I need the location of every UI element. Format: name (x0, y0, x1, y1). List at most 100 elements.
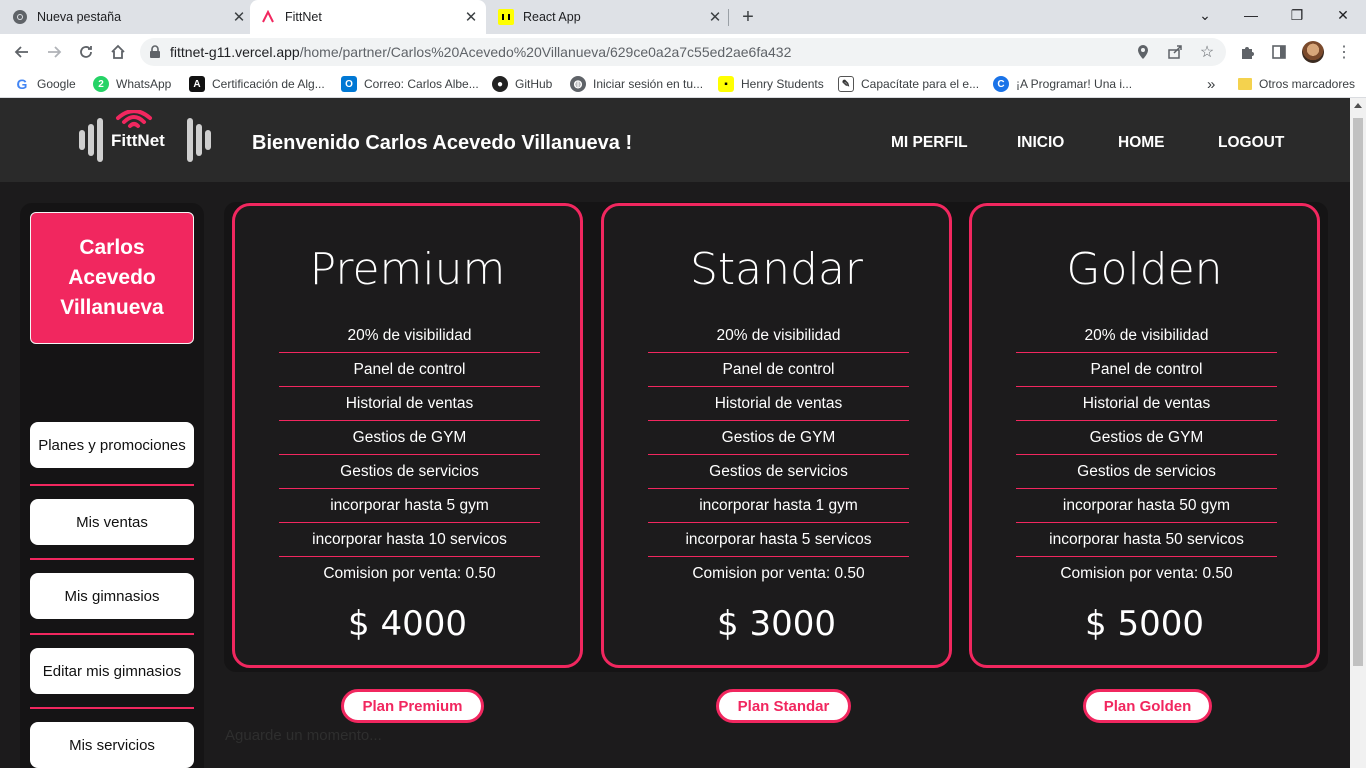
github-icon: ● (492, 76, 508, 92)
tab-search-chevron-icon[interactable]: ⌄ (1182, 0, 1228, 30)
new-tab-plus-icon[interactable]: + (736, 6, 760, 28)
scroll-up-arrow-icon[interactable] (1354, 103, 1362, 108)
lock-icon[interactable] (149, 45, 161, 59)
bookmark-label: GitHub (515, 77, 553, 91)
plan-card-standar: Standar 20% de visibilidad Panel de cont… (601, 203, 952, 668)
bookmarks-overflow-chevron[interactable]: » (1207, 75, 1215, 93)
url-path: /home/partner/Carlos%20Acevedo%20Villanu… (299, 44, 792, 60)
plan-price: $ 3000 (717, 604, 836, 644)
sidebar-divider (30, 707, 194, 709)
plan-card-golden: Golden 20% de visibilidad Panel de contr… (969, 203, 1320, 668)
sidebar-divider (30, 484, 194, 486)
restore-icon[interactable]: ❐ (1274, 0, 1320, 30)
plan-feature: Gestios de GYM (279, 421, 540, 455)
profile-avatar[interactable] (1302, 41, 1324, 63)
plan-golden-button[interactable]: Plan Golden (1083, 689, 1212, 723)
bookmarks-bar: G Google 2 WhatsApp A Certificación de A… (0, 70, 1366, 98)
plan-feature: Panel de control (1016, 353, 1277, 387)
home-icon[interactable] (105, 39, 131, 65)
plan-feature: Comision por venta: 0.50 (1060, 565, 1233, 582)
logo-text: FittNet (111, 131, 165, 150)
chrome-icon (12, 9, 28, 25)
plan-feature: Gestios de GYM (1016, 421, 1277, 455)
close-tab-icon[interactable]: ✕ (706, 8, 724, 26)
nav-logout[interactable]: LOGOUT (1218, 134, 1284, 152)
bookmark-star-icon[interactable]: ☆ (1198, 43, 1216, 61)
plan-feature: 20% de visibilidad (648, 319, 909, 353)
plan-feature: Historial de ventas (1016, 387, 1277, 421)
bookmark-iniciar-sesion[interactable]: ◍ Iniciar sesión en tu... (570, 75, 703, 93)
page-scrollbar[interactable] (1350, 98, 1366, 768)
plan-feature: 20% de visibilidad (279, 319, 540, 353)
plan-title: Standar (689, 244, 863, 295)
reload-icon[interactable] (73, 39, 99, 65)
plan-feature: Comision por venta: 0.50 (323, 565, 496, 582)
forward-arrow-icon[interactable] (41, 39, 67, 65)
side-panel-icon[interactable] (1269, 42, 1289, 62)
globe-icon: ◍ (570, 76, 586, 92)
tab-title: React App (523, 10, 581, 24)
url-text: fittnet-g11.vercel.app/home/partner/Carl… (170, 44, 791, 60)
other-bookmarks[interactable]: Otros marcadores (1238, 75, 1355, 93)
nav-inicio[interactable]: INICIO (1017, 134, 1064, 152)
bookmark-a-programar[interactable]: C ¡A Programar! Una i... (993, 75, 1132, 93)
close-tab-icon[interactable]: ✕ (462, 8, 480, 26)
nav-mi-perfil[interactable]: MI PERFIL (891, 134, 968, 152)
nav-home[interactable]: HOME (1118, 134, 1165, 152)
sidebar: Carlos Acevedo Villanueva Planes y promo… (20, 203, 204, 768)
plan-feature: incorporar hasta 50 gym (1016, 489, 1277, 523)
close-window-icon[interactable]: ✕ (1320, 0, 1366, 30)
loading-message: Aguarde un momento... (225, 727, 382, 744)
minimize-icon[interactable]: — (1228, 0, 1274, 30)
edit-document-icon: ✎ (838, 76, 854, 92)
bookmark-capacitate[interactable]: ✎ Capacítate para el e... (838, 75, 979, 93)
plan-feature: 20% de visibilidad (1016, 319, 1277, 353)
plan-title: Golden (1066, 244, 1223, 295)
back-arrow-icon[interactable] (9, 39, 35, 65)
plan-premium-button[interactable]: Plan Premium (341, 689, 484, 723)
bookmark-henry-students[interactable]: ▪ Henry Students (718, 75, 824, 93)
tab-react-app[interactable]: React App ✕ (498, 0, 724, 34)
bookmark-google[interactable]: G Google (14, 75, 76, 93)
plan-feature: Gestios de GYM (648, 421, 909, 455)
tab-separator (728, 9, 729, 26)
bookmark-label: Capacítate para el e... (861, 77, 980, 91)
plan-title: Premium (309, 244, 506, 295)
chrome-menu-kebab-icon[interactable]: ⋮ (1334, 42, 1354, 62)
extensions-puzzle-icon[interactable] (1237, 42, 1257, 62)
tab-fittnet[interactable]: FittNet ✕ (250, 0, 486, 34)
c-logo-icon: C (993, 76, 1009, 92)
outlook-icon: O (341, 76, 357, 92)
sidebar-item-mis-ventas[interactable]: Mis ventas (30, 499, 194, 545)
plan-price: $ 5000 (1085, 604, 1204, 644)
close-tab-icon[interactable]: ✕ (230, 8, 248, 26)
tab-nueva-pestana[interactable]: Nueva pestaña ✕ (12, 0, 248, 34)
bookmark-github[interactable]: ● GitHub (492, 75, 552, 93)
welcome-heading: Bienvenido Carlos Acevedo Villanueva ! (252, 132, 633, 154)
whatsapp-icon: 2 (93, 76, 109, 92)
share-icon[interactable] (1166, 43, 1184, 61)
sidebar-item-mis-servicios[interactable]: Mis servicios (30, 722, 194, 768)
bookmark-whatsapp[interactable]: 2 WhatsApp (93, 75, 171, 93)
location-pin-icon[interactable] (1134, 43, 1152, 61)
plan-feature: incorporar hasta 5 servicos (648, 523, 909, 557)
plan-standar-button[interactable]: Plan Standar (716, 689, 851, 723)
sidebar-item-editar-mis-gimnasios[interactable]: Editar mis gimnasios (30, 648, 194, 694)
bookmark-correo[interactable]: O Correo: Carlos Albe... (341, 75, 479, 93)
browser-tab-strip: Nueva pestaña ✕ FittNet ✕ React App ✕ + … (0, 0, 1366, 34)
plan-feature: Gestios de servicios (279, 455, 540, 489)
bookmark-label: Google (37, 77, 76, 91)
bookmark-label: Certificación de Alg... (212, 77, 325, 91)
browser-toolbar: fittnet-g11.vercel.app/home/partner/Carl… (0, 34, 1366, 70)
sidebar-divider (30, 633, 194, 635)
plan-feature: Panel de control (648, 353, 909, 387)
scrollbar-thumb[interactable] (1353, 118, 1363, 666)
fittnet-logo[interactable]: FittNet (78, 109, 212, 170)
plan-feature: Historial de ventas (648, 387, 909, 421)
sidebar-item-mis-gimnasios[interactable]: Mis gimnasios (30, 573, 194, 619)
tab-title: Nueva pestaña (37, 10, 122, 24)
bookmark-certificacion[interactable]: A Certificación de Alg... (189, 75, 325, 93)
address-bar[interactable]: fittnet-g11.vercel.app/home/partner/Carl… (140, 38, 1226, 66)
plan-feature: Gestios de servicios (648, 455, 909, 489)
sidebar-item-planes-y-promociones[interactable]: Planes y promociones (30, 422, 194, 468)
